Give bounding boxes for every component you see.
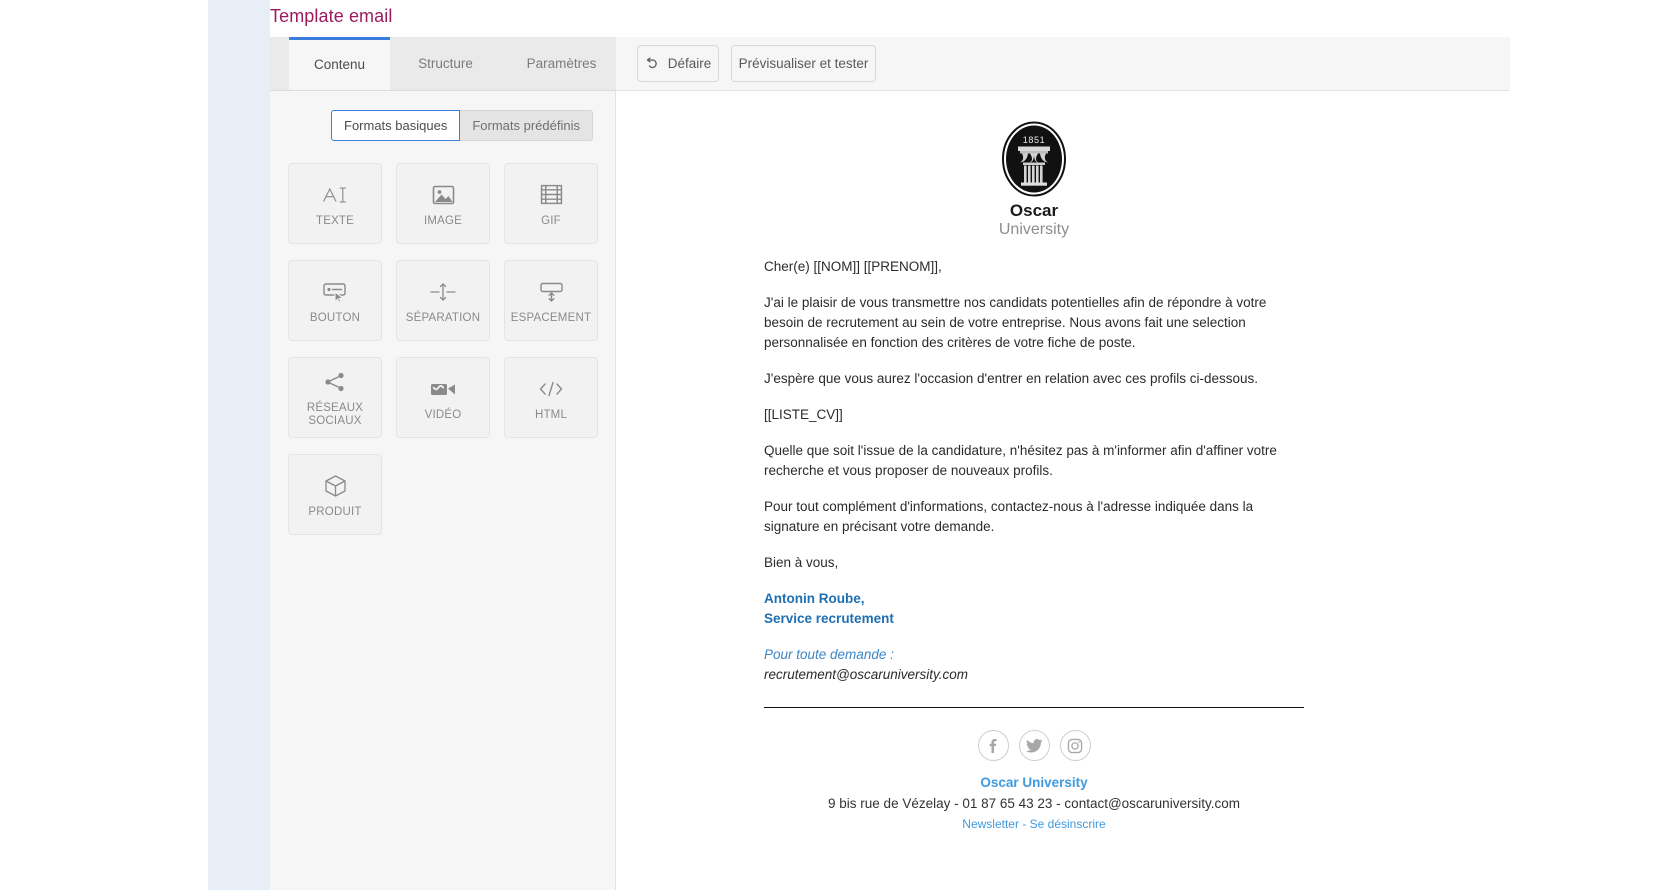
block-texte[interactable]: TEXTE <box>288 163 382 244</box>
cube-icon <box>323 471 348 501</box>
format-switch: Formats basiques Formats prédéfinis <box>331 110 593 141</box>
signature-role: Service recrutement <box>764 611 894 626</box>
email-paragraph-greeting: Cher(e) [[NOM]] [[PRENOM]], <box>764 259 942 274</box>
editor-root: Template email Contenu Structure Paramèt… <box>270 0 1610 890</box>
page-title: Template email <box>270 6 393 26</box>
email-signature: Antonin Roube, Service recrutement <box>764 589 1304 629</box>
block-bouton[interactable]: BOUTON <box>288 260 382 341</box>
preview-toolbar: Défaire Prévisualiser et tester <box>616 37 1510 91</box>
svg-text:1851: 1851 <box>1023 135 1045 145</box>
page-left-margin <box>0 0 208 890</box>
block-label: ESPACEMENT <box>510 311 592 324</box>
image-icon <box>431 180 456 210</box>
block-label: PRODUIT <box>308 505 362 518</box>
tab-parametres[interactable]: Paramètres <box>501 37 622 90</box>
email-paragraph-feedback: Quelle que soit l'issue de la candidatur… <box>764 443 1277 478</box>
block-video[interactable]: VIDÉO <box>396 357 490 438</box>
email-template-editor: Template email Contenu Structure Paramèt… <box>0 0 1680 890</box>
university-seal-icon: 1851 <box>1002 121 1066 197</box>
email-contact-block: Pour toute demande : recrutement@oscarun… <box>764 645 1304 685</box>
block-label: VIDÉO <box>424 408 462 421</box>
block-label: HTML <box>534 408 568 421</box>
oscar-university-logo: 1851 Oscar University <box>986 121 1082 239</box>
email-paragraph-hope: J'espère que vous aurez l'occasion d'ent… <box>764 371 1258 386</box>
formats-basiques-button[interactable]: Formats basiques <box>331 110 461 141</box>
undo-button-label: Défaire <box>667 56 712 71</box>
signature-name: Antonin Roube, <box>764 591 865 606</box>
block-produit[interactable]: PRODUIT <box>288 454 382 535</box>
undo-arrow-icon <box>645 55 660 73</box>
email-body: 1851 Oscar University Cher(e) [[NOM]] [[… <box>764 91 1304 831</box>
block-reseaux-sociaux[interactable]: RÉSEAUX SOCIAUX <box>288 357 382 438</box>
formats-predefinis-button[interactable]: Formats prédéfinis <box>460 110 593 141</box>
block-label: IMAGE <box>423 214 463 227</box>
email-paragraph-closing: Bien à vous, <box>764 555 839 570</box>
social-links <box>764 730 1304 761</box>
preview-test-button[interactable]: Prévisualiser et tester <box>731 45 876 82</box>
instagram-icon[interactable] <box>1059 730 1091 761</box>
twitter-icon[interactable] <box>1018 730 1050 761</box>
email-paragraph-cv-placeholder: [[LISTE_CV]] <box>764 407 843 422</box>
separator-icon <box>429 277 457 307</box>
facebook-icon[interactable] <box>977 730 1009 761</box>
block-label: GIF <box>541 214 561 227</box>
footer-divider <box>764 707 1304 708</box>
email-paragraph-intro: J'ai le plaisir de vous transmettre nos … <box>764 295 1267 350</box>
footer-org-name: Oscar University <box>980 775 1088 790</box>
email-text-block[interactable]: Cher(e) [[NOM]] [[PRENOM]], J'ai le plai… <box>764 257 1304 685</box>
newsletter-link[interactable]: Newsletter <box>962 817 1019 831</box>
video-icon <box>430 374 456 404</box>
email-logo-block[interactable]: 1851 Oscar University <box>764 91 1304 239</box>
tab-structure[interactable]: Structure <box>390 37 501 90</box>
tab-contenu[interactable]: Contenu <box>289 37 390 90</box>
email-paragraph-contact-info: Pour tout complément d'informations, con… <box>764 499 1254 534</box>
text-icon <box>322 180 348 210</box>
block-label: RÉSEAUX SOCIAUX <box>306 402 364 427</box>
footer-link-separator: - <box>1018 817 1030 831</box>
block-image[interactable]: IMAGE <box>396 163 490 244</box>
blocks-grid: TEXTE IMAGE GIF BOUTON SÉPARATION ESPACE… <box>288 163 618 551</box>
block-separation[interactable]: SÉPARATION <box>396 260 490 341</box>
logo-name: Oscar <box>1009 201 1059 220</box>
block-gif[interactable]: GIF <box>504 163 598 244</box>
logo-sub: University <box>998 221 1070 238</box>
contact-lead: Pour toute demande : <box>764 647 894 662</box>
block-html[interactable]: HTML <box>504 357 598 438</box>
spacing-icon <box>538 277 565 307</box>
share-icon <box>323 367 347 397</box>
code-icon <box>538 374 564 404</box>
blocks-panel: Formats basiques Formats prédéfinis TEXT… <box>270 91 616 890</box>
undo-button[interactable]: Défaire <box>637 45 719 82</box>
block-label: SÉPARATION <box>405 311 481 324</box>
page-side-strip <box>208 0 270 890</box>
gif-icon <box>540 180 563 210</box>
page-right-margin <box>1610 0 1680 890</box>
footer-address: 9 bis rue de Vézelay - 01 87 65 43 23 - … <box>828 796 1240 811</box>
block-espacement[interactable]: ESPACEMENT <box>504 260 598 341</box>
button-icon <box>322 277 349 307</box>
block-label: BOUTON <box>309 311 361 324</box>
email-preview-canvas[interactable]: 1851 Oscar University Cher(e) [[NOM]] [[… <box>616 91 1510 890</box>
contact-email: recrutement@oscaruniversity.com <box>764 667 969 682</box>
block-label: TEXTE <box>315 214 355 227</box>
footer-links: Newsletter - Se désinscrire <box>764 817 1304 831</box>
unsubscribe-link[interactable]: Se désinscrire <box>1030 817 1106 831</box>
